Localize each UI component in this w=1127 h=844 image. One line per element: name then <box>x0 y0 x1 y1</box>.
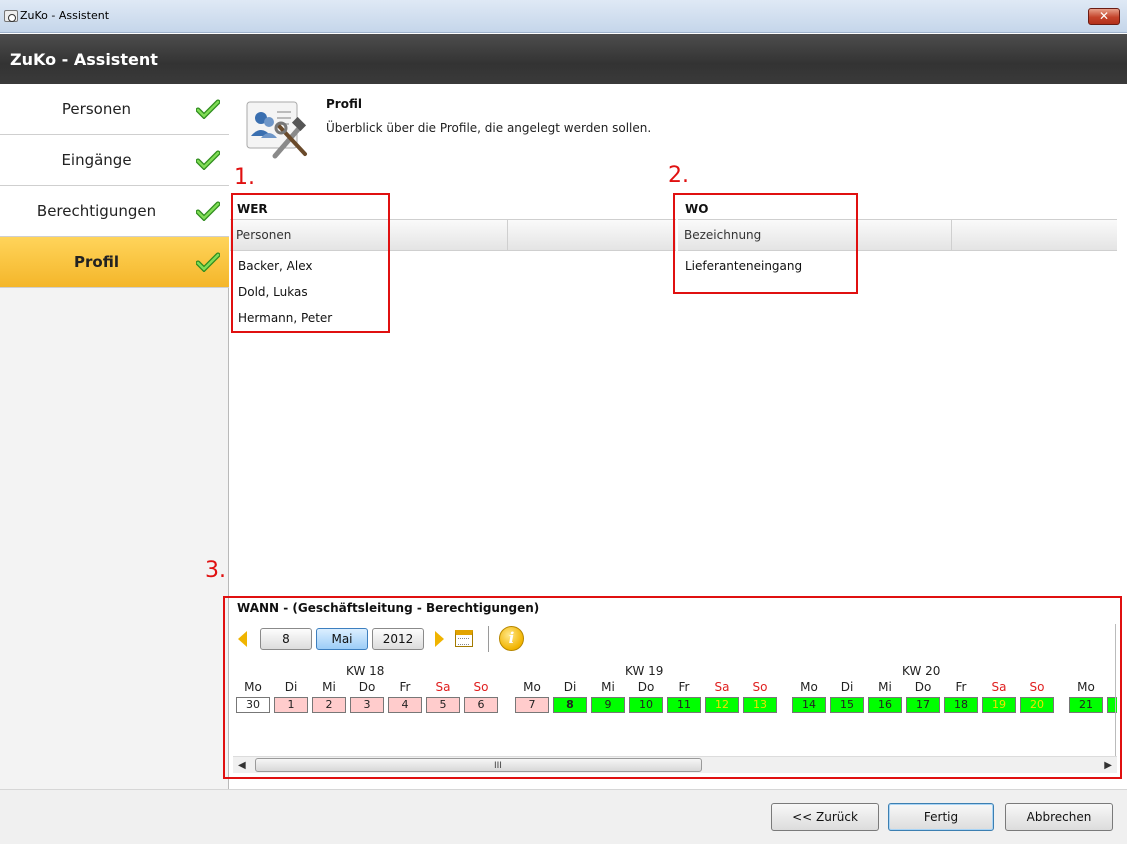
annotation-box-3 <box>223 596 1122 779</box>
close-button[interactable]: ✕ <box>1088 8 1120 25</box>
step-berechtigungen[interactable]: Berechtigungen <box>0 186 229 237</box>
checkmark-icon <box>196 201 220 221</box>
annotation-number-1: 1. <box>234 165 255 190</box>
back-button[interactable]: << Zurück <box>771 803 879 831</box>
page-description: Überblick über die Profile, die angelegt… <box>326 121 652 135</box>
step-label: Personen <box>61 100 132 118</box>
checkmark-icon <box>196 150 220 170</box>
checkmark-icon <box>196 99 220 119</box>
wizard-header: ZuKo - Assistent <box>0 34 1127 84</box>
annotation-box-2 <box>673 193 858 294</box>
finish-button[interactable]: Fertig <box>888 803 994 831</box>
step-profil[interactable]: Profil <box>0 237 229 288</box>
annotation-number-2: 2. <box>668 163 689 188</box>
step-eingaenge[interactable]: Eingänge <box>0 135 229 186</box>
step-label: Berechtigungen <box>36 202 157 220</box>
profile-tools-icon <box>246 101 307 159</box>
cancel-button[interactable]: Abbrechen <box>1005 803 1113 831</box>
page-title: Profil <box>326 97 362 111</box>
step-label: Profil <box>74 253 119 271</box>
annotation-number-3: 3. <box>205 558 226 583</box>
annotation-box-1 <box>231 193 390 333</box>
wizard-title: ZuKo - Assistent <box>10 50 158 69</box>
wizard-steps-sidebar: Personen Eingänge Berechtigungen Profil <box>0 84 229 789</box>
window-title: ZuKo - Assistent <box>20 9 110 22</box>
column-header-empty <box>952 220 1117 250</box>
app-icon <box>4 10 18 22</box>
column-header-empty <box>508 220 676 250</box>
step-personen[interactable]: Personen <box>0 84 229 135</box>
window-titlebar: ZuKo - Assistent ✕ <box>0 0 1127 33</box>
checkmark-icon <box>196 252 220 272</box>
step-label: Eingänge <box>61 151 132 169</box>
